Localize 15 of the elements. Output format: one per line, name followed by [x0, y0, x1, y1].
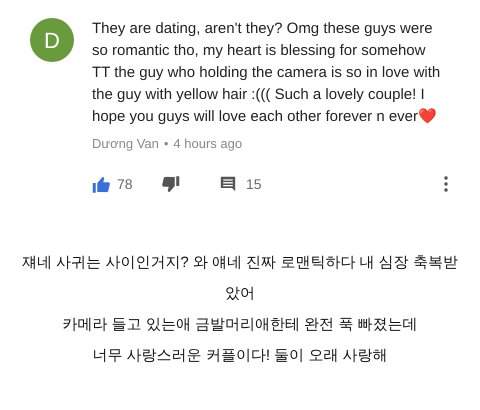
more-options-icon[interactable]	[444, 176, 448, 192]
translation-line: 카메라 들고 있는애 금발머리애한테 완전 푹 빠졌는데	[62, 314, 418, 334]
reply-icon[interactable]	[220, 176, 236, 192]
thumbs-up-icon[interactable]	[92, 176, 110, 192]
translation-line: 았어	[225, 284, 255, 304]
separator: •	[164, 135, 168, 153]
timestamp: 4 hours ago	[173, 135, 242, 153]
reply-count: 15	[246, 174, 262, 194]
thumbs-down-icon[interactable]	[162, 176, 180, 192]
avatar: D	[30, 18, 74, 62]
comment-text: They are dating, aren't they? Omg these guys were so romantic tho, my heart is blessing for somehow TT the guy who holding the camera is so in love with the guy with yellow hair :((( Such a lovely couple! I hope you guys will love each other forever n ever❤	[92, 20, 440, 125]
author-name[interactable]: Dương Van	[92, 134, 159, 154]
translation-line: 너무 사랑스러운 커플이다! 둘이 오래 사랑해	[92, 346, 388, 366]
like-count: 78	[117, 174, 134, 194]
translation-line: 쟤네 사귀는 사이인거지? 와 얘네 진짜 로맨틱하다 내 심장 축복받	[22, 252, 458, 272]
